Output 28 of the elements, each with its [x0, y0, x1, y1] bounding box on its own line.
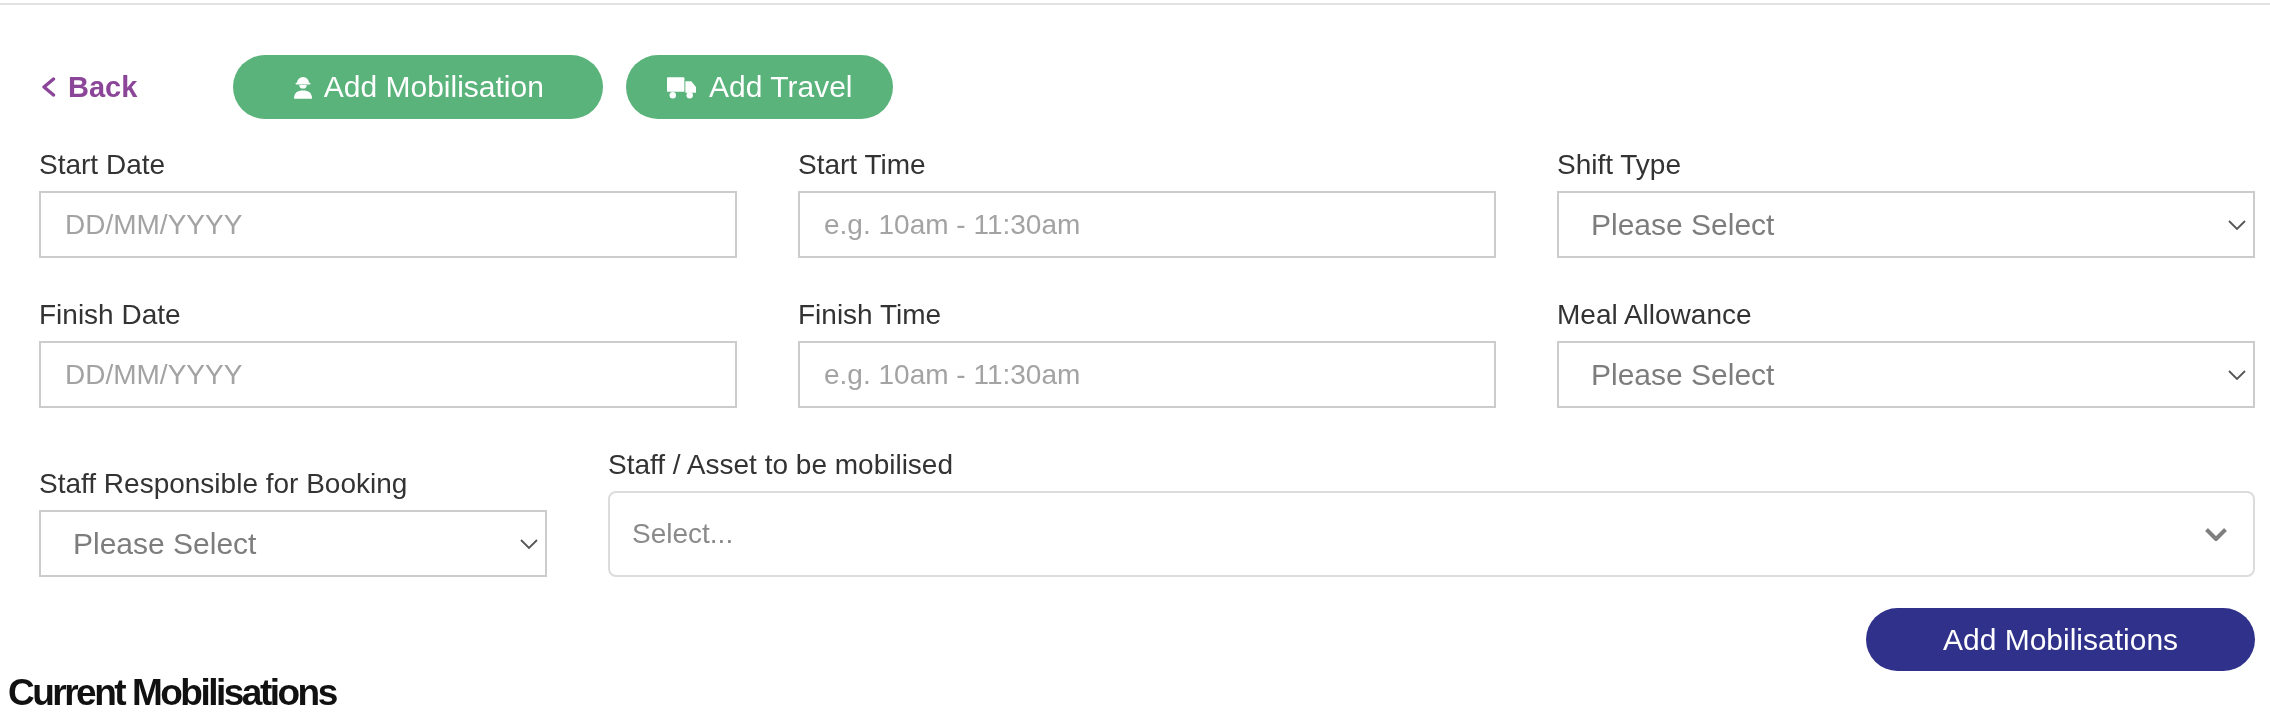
field-label: Shift Type: [1557, 148, 1682, 182]
section-title: Current Mobilisations: [7, 673, 336, 713]
select-field[interactable]: Please Select: [1557, 191, 2255, 258]
add-mobilisations-button[interactable]: Add Mobilisations: [1866, 608, 2255, 671]
chevron-down-icon: [2204, 526, 2228, 542]
field-label: Start Time: [798, 148, 927, 182]
add-travel-button[interactable]: Add Travel: [626, 55, 894, 119]
chevron-down-icon: [2228, 219, 2246, 230]
input-field[interactable]: e.g. 10am - 11:30am: [798, 341, 1496, 408]
input-field[interactable]: DD/MM/YYYY: [39, 341, 737, 408]
field-label: Finish Date: [39, 298, 182, 332]
field-label: Staff / Asset to be mobilised: [608, 448, 954, 482]
search-select-field[interactable]: Select...: [608, 491, 2255, 577]
field-label: Meal Allowance: [1557, 298, 1753, 332]
worker-icon: [292, 75, 313, 99]
select-field[interactable]: Please Select: [39, 510, 547, 577]
input-field[interactable]: e.g. 10am - 11:30am: [798, 191, 1496, 258]
chevron-left-icon: [41, 77, 56, 97]
back-link[interactable]: Back: [39, 70, 138, 104]
select-field[interactable]: Please Select: [1557, 341, 2255, 408]
add-mobilisation-button[interactable]: Add Mobilisation: [233, 55, 604, 119]
chevron-down-icon: [520, 538, 538, 549]
field-label: Finish Time: [798, 298, 943, 332]
truck-icon: [667, 75, 697, 99]
chevron-down-icon: [2228, 369, 2246, 380]
field-label: Start Date: [39, 148, 167, 182]
field-label: Staff Responsible for Booking: [39, 467, 409, 501]
input-field[interactable]: DD/MM/YYYY: [39, 191, 737, 258]
